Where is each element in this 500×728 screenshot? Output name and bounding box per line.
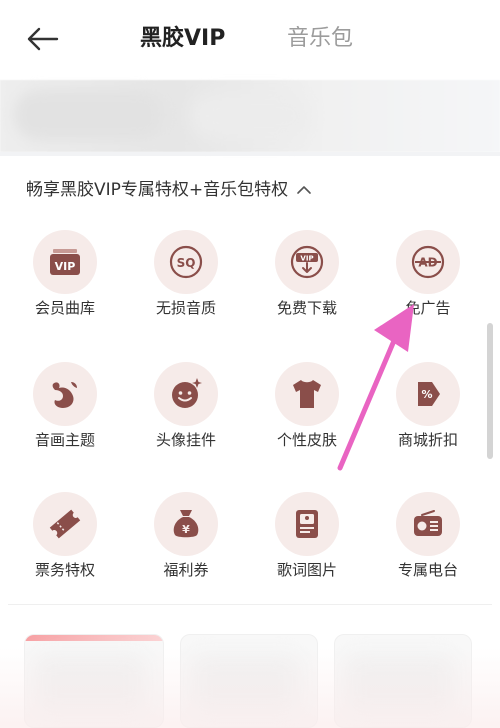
privilege-lossless-quality[interactable]: SQ 无损音质 [136, 225, 236, 325]
ticket-icon [49, 509, 81, 539]
tab-vinyl-vip[interactable]: 黑胶VIP [140, 22, 225, 56]
privilege-label: 免费下载 [276, 299, 337, 317]
privileges-section-header[interactable]: 畅享黑胶VIP专属特权+音乐包特权 [26, 176, 312, 204]
privilege-label: 免广告 [405, 299, 451, 317]
svg-text:VIP: VIP [300, 255, 313, 263]
bottom-divider [8, 604, 492, 605]
privilege-ticketing[interactable]: 票务特权 [15, 487, 115, 587]
scrollbar[interactable] [487, 323, 493, 459]
theme-whale-icon [52, 382, 77, 408]
svg-text:SQ: SQ [177, 256, 196, 270]
lyrics-card-icon [296, 510, 318, 538]
privilege-label: 专属电台 [397, 561, 458, 579]
chevron-up-icon [296, 184, 312, 196]
svg-text:%: % [421, 388, 432, 401]
back-button[interactable] [22, 22, 62, 56]
avatar-pendant-icon [172, 378, 202, 408]
blurred-footer [0, 648, 500, 728]
blurred-banner [0, 80, 500, 152]
tshirt-skin-icon [293, 380, 321, 408]
privilege-exclusive-radio[interactable]: 专属电台 [378, 487, 478, 587]
privilege-label: 歌词图片 [276, 561, 337, 579]
privilege-audio-visual-theme[interactable]: 音画主题 [15, 357, 115, 457]
section-title: 畅享黑胶VIP专属特权+音乐包特权 [26, 180, 289, 200]
privilege-label: 商城折扣 [397, 431, 458, 449]
top-bar: 黑胶VIP 音乐包 [0, 0, 500, 78]
privilege-label: 无损音质 [155, 299, 216, 317]
privilege-label: 音画主题 [34, 431, 95, 449]
ad-free-icon: AD [411, 245, 445, 279]
privilege-lyrics-image[interactable]: 歌词图片 [257, 487, 357, 587]
privilege-welfare-coupon[interactable]: ¥ 福利券 [136, 487, 236, 587]
discount-tag-icon: % [418, 382, 440, 406]
section-divider [0, 152, 500, 156]
svg-text:¥: ¥ [182, 523, 190, 536]
privilege-mall-discount[interactable]: % 商城折扣 [378, 357, 478, 457]
privilege-label: 头像挂件 [155, 431, 216, 449]
privilege-personal-skin[interactable]: 个性皮肤 [257, 357, 357, 457]
privilege-vip-library[interactable]: VIP 会员曲库 [15, 225, 115, 325]
vip-download-icon: VIP [290, 245, 324, 279]
privilege-label: 福利券 [163, 561, 209, 579]
radio-icon [414, 510, 442, 536]
vip-library-icon: VIP [50, 249, 80, 275]
svg-text:VIP: VIP [55, 260, 76, 273]
money-bag-icon: ¥ [173, 510, 199, 538]
back-arrow-icon [27, 27, 59, 51]
tab-music-pack[interactable]: 音乐包 [287, 22, 353, 56]
privilege-avatar-pendant[interactable]: 头像挂件 [136, 357, 236, 457]
privilege-label: 个性皮肤 [276, 431, 337, 449]
privilege-free-download[interactable]: VIP 免费下载 [257, 225, 357, 325]
privilege-ad-free[interactable]: AD 免广告 [378, 225, 478, 325]
sq-lossless-icon: SQ [169, 245, 203, 279]
privilege-label: 票务特权 [34, 561, 95, 579]
privilege-label: 会员曲库 [34, 299, 95, 317]
